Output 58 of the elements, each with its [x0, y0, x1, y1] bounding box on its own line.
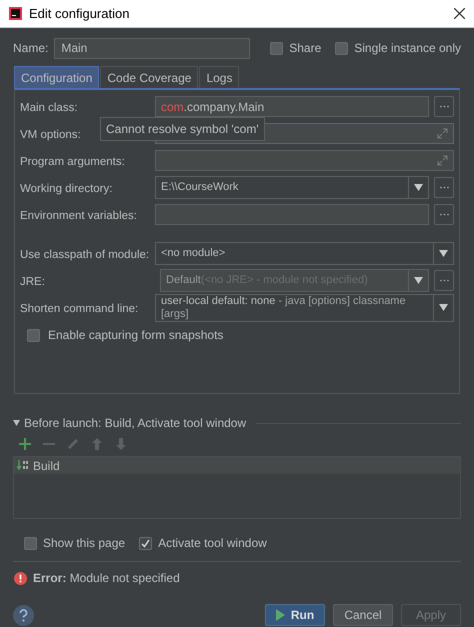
add-icon[interactable] — [19, 438, 31, 450]
checkbox[interactable] — [335, 42, 348, 54]
task-item[interactable]: Build — [14, 457, 460, 474]
dropdown[interactable]: E:\\CourseWork — [155, 176, 429, 199]
section-title[interactable]: Before launch: Build, Activate tool window — [24, 414, 246, 432]
app-logo-icon — [9, 7, 22, 20]
field-label: VM options: — [20, 128, 81, 140]
dropdown-arrow-icon — [414, 184, 423, 191]
tab[interactable]: Configuration — [14, 66, 100, 88]
checkbox[interactable] — [270, 42, 284, 54]
browse-button[interactable] — [434, 96, 454, 117]
field-label: JRE: — [20, 276, 45, 288]
field-label: Main class: — [20, 102, 78, 114]
option-label: Enable capturing form snapshots — [48, 327, 224, 344]
dialog-button[interactable]: Cancel — [333, 604, 393, 626]
help-icon[interactable] — [13, 604, 34, 626]
ellipsis-icon — [440, 105, 448, 108]
run-button[interactable]: Run — [265, 604, 325, 626]
play-icon — [276, 609, 285, 621]
option-label: Share — [289, 40, 322, 57]
checkbox[interactable] — [27, 328, 40, 342]
checkbox[interactable] — [24, 536, 37, 550]
build-icon — [17, 460, 29, 472]
close-icon[interactable] — [454, 8, 465, 19]
field-label: Shorten command line: — [20, 302, 138, 314]
option-label: Activate tool window — [158, 535, 267, 552]
checkbox[interactable] — [139, 536, 152, 550]
error-icon — [14, 572, 27, 584]
checkmark-icon — [140, 538, 152, 548]
dropdown[interactable]: <no module> — [155, 242, 454, 265]
expand-icon[interactable] — [437, 155, 448, 166]
name-label: Name: — [13, 40, 48, 57]
window-title: Edit configuration — [29, 4, 130, 23]
browse-button[interactable] — [434, 177, 454, 198]
ellipsis-icon — [440, 186, 448, 189]
input-field[interactable] — [155, 150, 454, 171]
expand-icon[interactable] — [437, 128, 448, 139]
tab[interactable]: Code Coverage — [100, 66, 198, 88]
name-field[interactable]: Main — [54, 38, 250, 58]
dropdown-arrow-icon — [414, 277, 423, 284]
dropdown-arrow-icon — [439, 250, 448, 257]
dropdown[interactable]: user-local default: none - java [options] classname [args] — [155, 294, 454, 322]
field-label: Working directory: — [20, 182, 112, 194]
input-field[interactable]: com.company.Main — [155, 96, 429, 117]
ellipsis-icon — [440, 279, 448, 282]
input-field[interactable] — [155, 204, 429, 225]
field-label: Program arguments: — [20, 156, 125, 168]
collapse-arrow-icon[interactable] — [13, 420, 20, 426]
option-label: Single instance only — [354, 40, 461, 57]
error-tooltip: Cannot resolve symbol 'com' — [100, 117, 265, 141]
browse-button[interactable] — [434, 204, 454, 225]
error-message: Error: Module not specified — [33, 570, 180, 587]
dropdown-arrow-icon — [439, 304, 448, 311]
field-label: Use classpath of module: — [20, 248, 150, 260]
field-label: Environment variables: — [20, 210, 137, 222]
option-label: Show this page — [43, 535, 126, 552]
tab[interactable]: Logs — [199, 66, 240, 88]
ellipsis-icon — [440, 213, 448, 216]
